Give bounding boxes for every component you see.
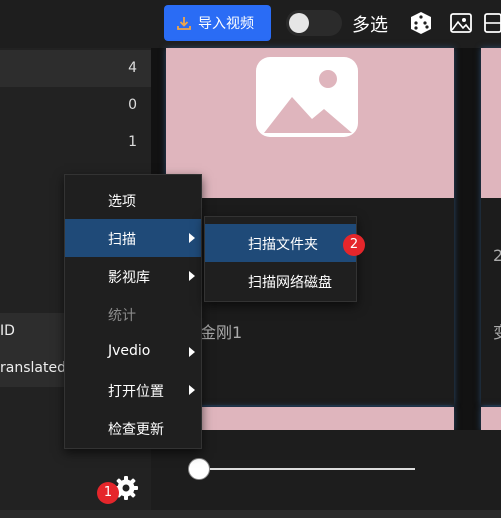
chevron-right-icon <box>189 233 195 243</box>
menu-item-label: 打开位置 <box>108 384 164 400</box>
video-thumbnail <box>481 48 501 198</box>
sidebar-count: 1 <box>128 134 137 150</box>
video-title: 变 <box>493 319 501 343</box>
size-slider-knob[interactable] <box>188 458 210 480</box>
scan-submenu: 扫描文件夹 扫描网络磁盘 <box>204 216 357 302</box>
multi-select-label: 多选 <box>352 15 388 36</box>
menu-item-scan[interactable]: 扫描 <box>65 219 201 257</box>
sidebar-label: ranslated <box>0 360 66 376</box>
chevron-right-icon <box>189 385 195 395</box>
image-view-icon[interactable] <box>449 10 473 36</box>
video-card[interactable] <box>481 407 501 431</box>
menu-item-label: 扫描 <box>108 232 136 248</box>
menu-item-label: 扫描文件夹 <box>248 237 318 253</box>
menu-item-options[interactable]: 选项 <box>65 181 201 219</box>
toggle-knob <box>289 13 309 33</box>
menu-item-label: 选项 <box>108 194 136 210</box>
menu-item-open-location[interactable]: 打开位置 <box>65 371 201 409</box>
sidebar-row-id[interactable]: ID <box>0 313 64 350</box>
grid-view-icon[interactable] <box>482 10 501 36</box>
menu-item-label: 扫描网络磁盘 <box>248 275 332 291</box>
sidebar-count: 4 <box>128 60 137 76</box>
video-info: 2 <box>493 246 501 265</box>
menu-item-jvedio[interactable]: Jvedio <box>65 333 201 371</box>
size-slider-track[interactable] <box>199 468 415 470</box>
sidebar-row-translated[interactable]: ranslated <box>0 350 66 387</box>
image-placeholder-icon <box>256 57 358 137</box>
download-icon <box>177 17 191 30</box>
video-thumbnail <box>481 407 501 431</box>
top-toolbar: 导入视频 多选 <box>0 0 501 48</box>
sidebar-label: ID <box>0 323 15 339</box>
sidebar-row-1[interactable]: 4 <box>0 50 151 87</box>
multi-select-toggle[interactable] <box>286 10 342 36</box>
import-video-button[interactable]: 导入视频 <box>164 5 271 41</box>
video-card[interactable]: 2 变 <box>481 48 501 405</box>
menu-item-library[interactable]: 影视库 <box>65 257 201 295</box>
step-badge-1: 1 <box>97 482 119 504</box>
menu-item-label: Jvedio <box>108 343 151 359</box>
menu-item-check-updates[interactable]: 检查更新 <box>65 409 201 447</box>
video-card[interactable] <box>166 407 454 431</box>
sidebar-row-3[interactable]: 1 <box>0 124 151 161</box>
menu-item-scan-folder[interactable]: 扫描文件夹 <box>205 224 356 262</box>
step-badge-2: 2 <box>343 234 365 256</box>
sidebar-row-2[interactable]: 0 <box>0 87 151 124</box>
settings-context-menu: 选项 扫描 影视库 统计 Jvedio 打开位置 检查更新 <box>64 174 202 449</box>
chevron-right-icon <box>189 271 195 281</box>
status-bar <box>0 510 501 518</box>
sidebar-count: 0 <box>128 97 137 113</box>
chevron-right-icon <box>189 347 195 357</box>
import-video-label: 导入视频 <box>198 16 254 32</box>
menu-item-statistics: 统计 <box>65 295 201 333</box>
video-thumbnail <box>166 407 454 431</box>
menu-item-scan-network-drive[interactable]: 扫描网络磁盘 <box>205 262 356 300</box>
dice-icon[interactable] <box>408 10 434 36</box>
menu-item-label: 统计 <box>108 308 136 324</box>
video-thumbnail <box>166 48 454 198</box>
menu-item-label: 影视库 <box>108 270 150 286</box>
menu-item-label: 检查更新 <box>108 422 164 438</box>
